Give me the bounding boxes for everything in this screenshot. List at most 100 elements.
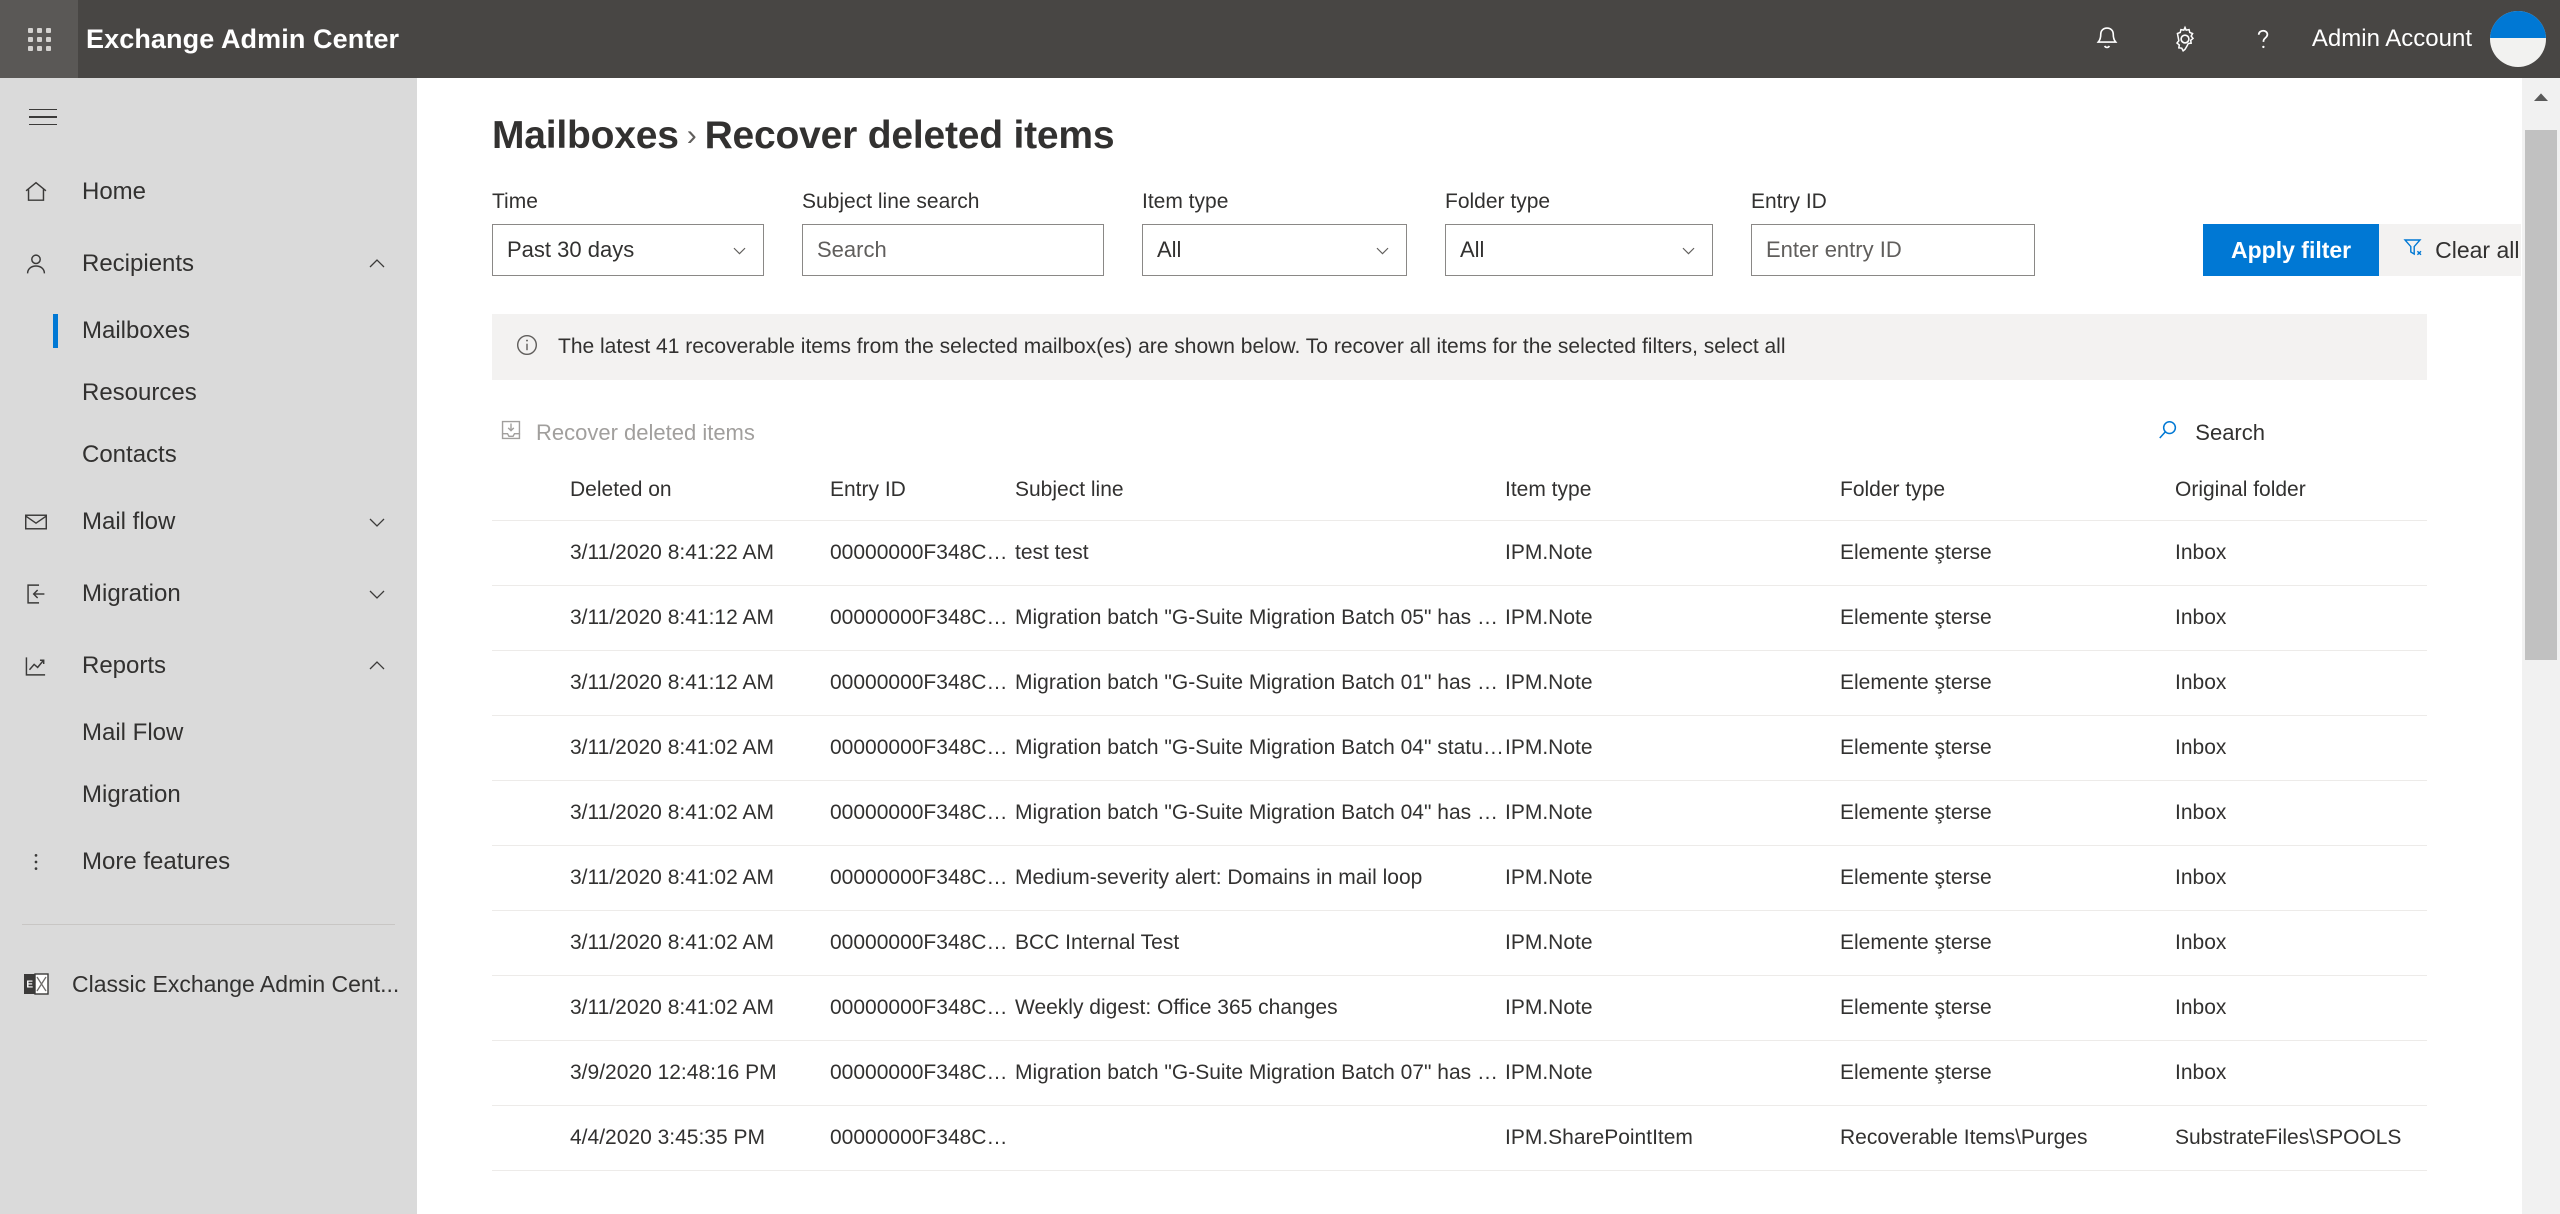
- cell-original-folder: Inbox: [2175, 650, 2427, 716]
- search-button[interactable]: Search: [2143, 409, 2277, 457]
- table-row[interactable]: 3/11/2020 8:41:02 AM 00000000F348C6... Wee…: [492, 975, 2427, 1041]
- row-checkbox-cell[interactable]: [492, 780, 570, 846]
- chevron-up-icon[interactable]: [365, 252, 389, 276]
- sidebar-sub-label: Migration: [82, 781, 181, 808]
- cell-entry-id: 00000000F348C6...: [830, 1040, 1015, 1106]
- sidebar-divider: [22, 924, 395, 925]
- column-header-folder-type[interactable]: Folder type: [1840, 470, 2175, 521]
- chevron-down-icon[interactable]: [365, 582, 389, 606]
- recover-deleted-items-label: Recover deleted items: [536, 420, 755, 445]
- table-body: 3/11/2020 8:41:22 AM 00000000F348C6... tes…: [492, 520, 2427, 1171]
- waffle-grid: [27, 27, 51, 51]
- sidebar-item-label: Migration: [82, 580, 181, 607]
- scroll-up-arrow[interactable]: [2522, 78, 2560, 116]
- sidebar-item-migration[interactable]: Migration: [0, 558, 417, 630]
- hamburger-menu-icon[interactable]: [4, 78, 82, 156]
- cell-item-type: IPM.SharePointItem: [1505, 1105, 1840, 1171]
- cell-folder-type: Recoverable Items\Purges: [1840, 1105, 2175, 1171]
- entry-id-input[interactable]: Enter entry ID: [1751, 224, 2035, 276]
- search-button-label: Search: [2195, 420, 2265, 445]
- apply-filter-button[interactable]: Apply filter: [2203, 224, 2380, 276]
- row-checkbox-cell[interactable]: [492, 1040, 570, 1106]
- sidebar-item-reports[interactable]: Reports: [0, 630, 417, 702]
- vertical-scrollbar[interactable]: [2522, 78, 2560, 1214]
- cell-item-type: IPM.Note: [1505, 975, 1840, 1041]
- table-row[interactable]: 3/11/2020 8:41:12 AM 00000000F348C6... Mig…: [492, 650, 2427, 716]
- subject-search-input[interactable]: Search: [802, 224, 1104, 276]
- chevron-up-icon[interactable]: [365, 654, 389, 678]
- item-type-dropdown[interactable]: All: [1142, 224, 1407, 276]
- time-dropdown[interactable]: Past 30 days: [492, 224, 764, 276]
- scrollbar-thumb[interactable]: [2525, 130, 2557, 660]
- table-row[interactable]: 3/11/2020 8:41:02 AM 00000000F348C6... BCC…: [492, 910, 2427, 976]
- column-header-original-folder[interactable]: Original folder: [2175, 470, 2427, 521]
- sidebar-item-contacts[interactable]: Contacts: [0, 424, 417, 486]
- row-checkbox-cell[interactable]: [492, 585, 570, 651]
- row-checkbox-cell[interactable]: [492, 715, 570, 781]
- row-checkbox-cell[interactable]: [492, 520, 570, 586]
- row-checkbox-cell[interactable]: [492, 975, 570, 1041]
- column-header-deleted-on[interactable]: Deleted on: [570, 470, 830, 521]
- row-checkbox-cell[interactable]: [492, 650, 570, 716]
- avatar: [2490, 11, 2546, 67]
- suite-header-actions: Admin Account: [2068, 0, 2560, 78]
- table-row[interactable]: 3/11/2020 8:41:02 AM 00000000F348C6... Mig…: [492, 715, 2427, 781]
- sidebar-item-recipients[interactable]: Recipients: [0, 228, 417, 300]
- column-header-subject-line[interactable]: Subject line: [1015, 470, 1505, 521]
- table-row[interactable]: 3/11/2020 8:41:02 AM 00000000F348C6... Mig…: [492, 780, 2427, 846]
- table-header-row: Deleted on Entry ID Subject line Item ty…: [492, 470, 2427, 521]
- column-header-item-type[interactable]: Item type: [1505, 470, 1840, 521]
- sidebar-item-more-features[interactable]: More features: [0, 826, 417, 898]
- notifications-bell-icon[interactable]: [2068, 0, 2146, 78]
- chevron-down-icon[interactable]: [365, 510, 389, 534]
- account-name: Admin Account: [2311, 25, 2472, 52]
- clear-all-button[interactable]: Clear all: [2379, 224, 2522, 276]
- info-icon: [514, 332, 540, 363]
- suite-title: Exchange Admin Center: [86, 23, 400, 54]
- cell-subject-line: Migration batch "G-Suite Migration Batch…: [1015, 715, 1505, 781]
- cell-subject-line: Weekly digest: Office 365 changes: [1015, 975, 1505, 1041]
- table-row[interactable]: 3/11/2020 8:41:02 AM 00000000F348C6... Med…: [492, 845, 2427, 911]
- cell-folder-type: Elemente şterse: [1840, 585, 2175, 651]
- table-row[interactable]: 4/4/2020 3:45:35 PM 00000000F348C6... IPM.…: [492, 1105, 2427, 1171]
- folder-type-dropdown[interactable]: All: [1445, 224, 1713, 276]
- sidebar-item-classic-eac[interactable]: E Classic Exchange Admin Cent...: [0, 951, 417, 1017]
- cell-item-type: IPM.Note: [1505, 715, 1840, 781]
- cell-item-type: IPM.Note: [1505, 1040, 1840, 1106]
- sidebar: Home Recipients Mailboxes Resources Cont…: [0, 78, 417, 1214]
- cell-folder-type: Elemente şterse: [1840, 975, 2175, 1041]
- settings-gear-icon[interactable]: [2146, 0, 2224, 78]
- cell-subject-line: Migration batch "G-Suite Migration Batch…: [1015, 780, 1505, 846]
- items-table: Deleted on Entry ID Subject line Item ty…: [492, 470, 2427, 1171]
- breadcrumb-parent[interactable]: Mailboxes: [492, 114, 679, 157]
- table-row[interactable]: 3/11/2020 8:41:22 AM 00000000F348C6... tes…: [492, 520, 2427, 586]
- row-checkbox-cell[interactable]: [492, 910, 570, 976]
- cell-subject-line: BCC Internal Test: [1015, 910, 1505, 976]
- filter-folder-type: Folder type All: [1445, 190, 1713, 276]
- account-menu[interactable]: Admin Account: [2302, 0, 2560, 78]
- home-icon: [22, 178, 72, 206]
- cell-deleted-on: 3/9/2020 12:48:16 PM: [570, 1040, 830, 1106]
- sidebar-item-mail-flow[interactable]: Mail flow: [0, 486, 417, 558]
- table-header: Deleted on Entry ID Subject line Item ty…: [492, 470, 2427, 521]
- help-icon[interactable]: [2224, 0, 2302, 78]
- table-row[interactable]: 3/11/2020 8:41:12 AM 00000000F348C6... Mig…: [492, 585, 2427, 651]
- filter-entry-id-label: Entry ID: [1751, 190, 1827, 213]
- row-checkbox-cell[interactable]: [492, 845, 570, 911]
- table-row[interactable]: 3/9/2020 12:48:16 PM 00000000F348C6... Mig…: [492, 1040, 2427, 1106]
- envelope-icon: [22, 508, 72, 536]
- column-header-entry-id[interactable]: Entry ID: [830, 470, 1015, 521]
- sidebar-item-reports-mail-flow[interactable]: Mail Flow: [0, 702, 417, 764]
- app-launcher-icon[interactable]: [0, 0, 78, 78]
- clear-filter-icon: [2401, 235, 2425, 265]
- cell-entry-id: 00000000F348C6...: [830, 845, 1015, 911]
- sidebar-sub-label: Mailboxes: [82, 317, 191, 344]
- sidebar-item-mailboxes[interactable]: Mailboxes: [0, 300, 417, 362]
- filter-actions: Apply filter Clear all: [2203, 224, 2522, 276]
- sidebar-item-resources[interactable]: Resources: [0, 362, 417, 424]
- row-checkbox-cell[interactable]: [492, 1105, 570, 1171]
- sidebar-item-home[interactable]: Home: [0, 156, 417, 228]
- cell-original-folder: Inbox: [2175, 1040, 2427, 1106]
- sidebar-item-reports-migration[interactable]: Migration: [0, 764, 417, 826]
- command-bar: Recover deleted items Search: [492, 402, 2427, 464]
